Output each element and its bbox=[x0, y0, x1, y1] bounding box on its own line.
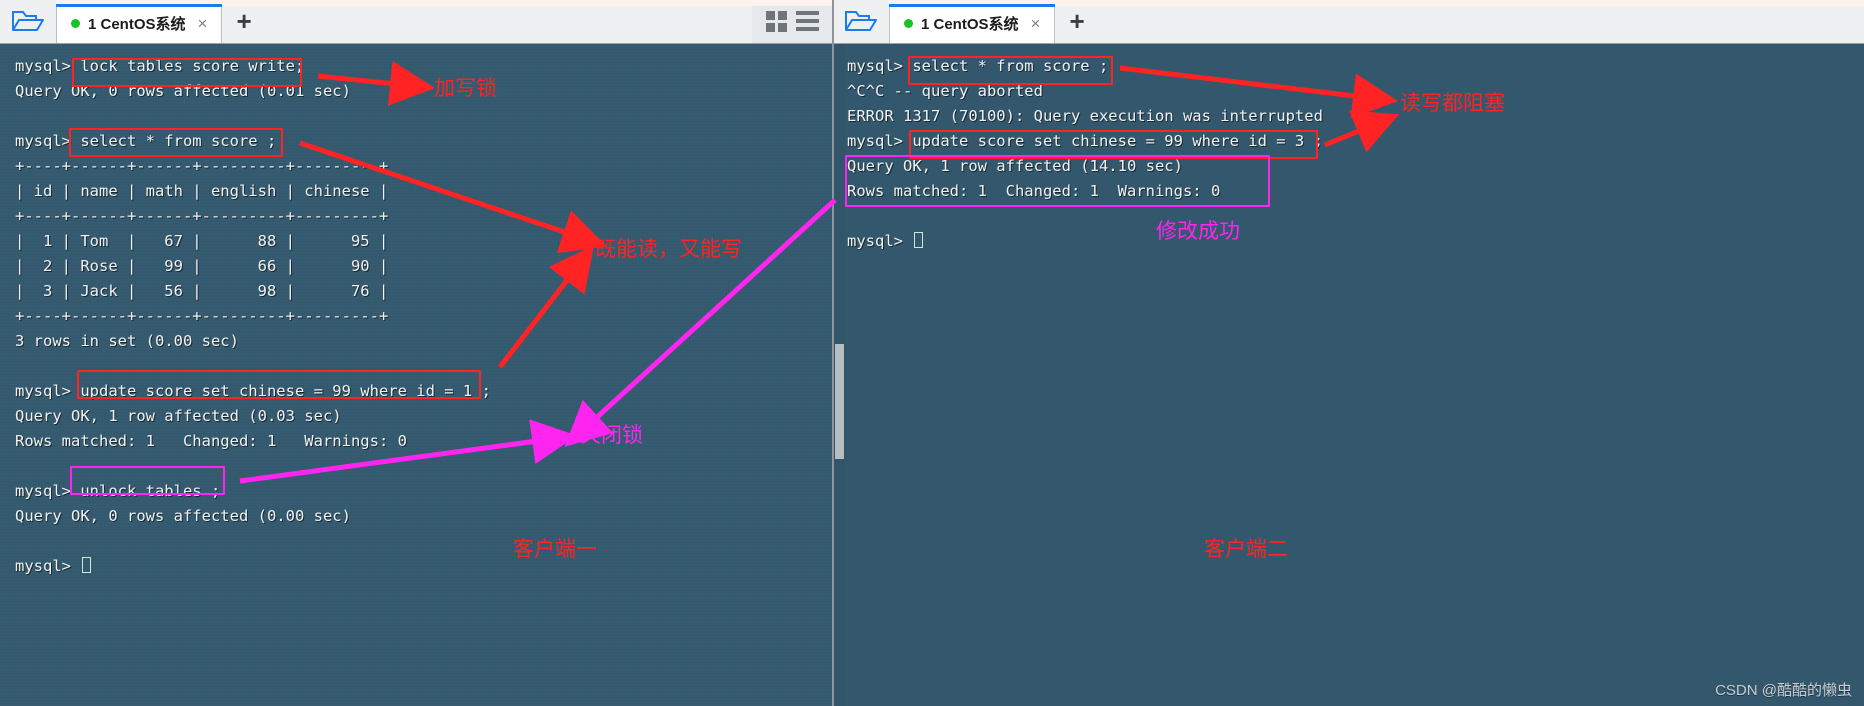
watermark: CSDN @酷酷的懒虫 bbox=[1715, 682, 1852, 699]
terminal-line: +----+------+------+---------+---------+ bbox=[15, 307, 389, 325]
grid-view-icon[interactable] bbox=[766, 10, 787, 32]
tab-bar-spacer-left bbox=[266, 0, 752, 43]
tab-bar-left: 1 CentOS系统 × + bbox=[0, 0, 833, 44]
terminal-line: Query OK, 0 rows affected (0.01 sec) bbox=[15, 82, 351, 100]
prompt-text: mysql> bbox=[15, 557, 81, 575]
screenshot-root: 1 CentOS系统 × + mysql> lock tables score … bbox=[0, 0, 1864, 706]
terminal-line: ERROR 1317 (70100): Query execution was … bbox=[847, 107, 1323, 125]
tab-status-dot-icon bbox=[71, 19, 80, 28]
terminal-line: Query OK, 0 rows affected (0.00 sec) bbox=[15, 507, 351, 525]
terminal-output-right[interactable]: mysql> select * from score ; ^C^C -- que… bbox=[833, 44, 1864, 706]
terminal-line: ^C^C -- query aborted bbox=[847, 82, 1043, 100]
terminal-line: Query OK, 1 row affected (14.10 sec) bbox=[847, 157, 1183, 175]
view-mode-buttons-left bbox=[752, 0, 833, 43]
terminal-line: Query OK, 1 row affected (0.03 sec) bbox=[15, 407, 342, 425]
tab-label: 1 CentOS系统 bbox=[921, 16, 1019, 33]
list-view-icon[interactable] bbox=[796, 11, 819, 31]
close-icon[interactable]: × bbox=[1027, 15, 1045, 32]
new-tab-button-right[interactable]: + bbox=[1055, 0, 1098, 43]
prompt-text: mysql> bbox=[847, 232, 913, 250]
folder-open-icon-right[interactable] bbox=[833, 0, 889, 43]
terminal-prompt-line: mysql> bbox=[15, 554, 833, 579]
text-cursor bbox=[914, 232, 924, 248]
terminal-line: +----+------+------+---------+---------+ bbox=[15, 207, 389, 225]
text-cursor bbox=[82, 557, 92, 573]
terminal-line: | 1 | Tom | 67 | 88 | 95 | bbox=[15, 232, 389, 250]
new-tab-button-left[interactable]: + bbox=[222, 0, 265, 43]
terminal-line: +----+------+------+---------+---------+ bbox=[15, 157, 389, 175]
terminal-line: | 2 | Rose | 99 | 66 | 90 | bbox=[15, 257, 389, 275]
window-divider bbox=[832, 0, 834, 706]
close-icon[interactable]: × bbox=[194, 15, 212, 32]
terminal-line: | id | name | math | english | chinese | bbox=[15, 182, 389, 200]
terminal-line: mysql> update score set chinese = 99 whe… bbox=[15, 382, 491, 400]
tab-centos-left[interactable]: 1 CentOS系统 × bbox=[56, 4, 223, 43]
terminal-line: mysql> unlock tables ; bbox=[15, 482, 221, 500]
terminal-window-right: 1 CentOS系统 × + mysql> select * from scor… bbox=[833, 0, 1864, 706]
terminal-lines-left: mysql> lock tables score write; Query OK… bbox=[0, 44, 833, 706]
tab-centos-right[interactable]: 1 CentOS系统 × bbox=[889, 4, 1056, 43]
terminal-line: | 3 | Jack | 56 | 98 | 76 | bbox=[15, 282, 389, 300]
tab-label: 1 CentOS系统 bbox=[88, 16, 186, 33]
tab-bar-spacer-right bbox=[1099, 0, 1864, 43]
terminal-line: mysql> select * from score ; bbox=[15, 132, 277, 150]
terminal-lines-right: mysql> select * from score ; ^C^C -- que… bbox=[833, 44, 1864, 706]
terminal-line: mysql> select * from score ; bbox=[847, 57, 1109, 75]
tab-status-dot-icon bbox=[904, 19, 913, 28]
terminal-line: Rows matched: 1 Changed: 1 Warnings: 0 bbox=[15, 432, 407, 450]
terminal-line: 3 rows in set (0.00 sec) bbox=[15, 332, 239, 350]
terminal-output-left[interactable]: mysql> lock tables score write; Query OK… bbox=[0, 44, 833, 706]
terminal-prompt-line: mysql> bbox=[847, 229, 1864, 254]
folder-open-icon-left[interactable] bbox=[0, 0, 56, 43]
tab-bar-right: 1 CentOS系统 × + bbox=[833, 0, 1864, 44]
terminal-window-left: 1 CentOS系统 × + mysql> lock tables score … bbox=[0, 0, 833, 706]
terminal-line: mysql> update score set chinese = 99 whe… bbox=[847, 132, 1323, 150]
terminal-line: Rows matched: 1 Changed: 1 Warnings: 0 bbox=[847, 182, 1221, 200]
terminal-line: mysql> lock tables score write; bbox=[15, 57, 305, 75]
